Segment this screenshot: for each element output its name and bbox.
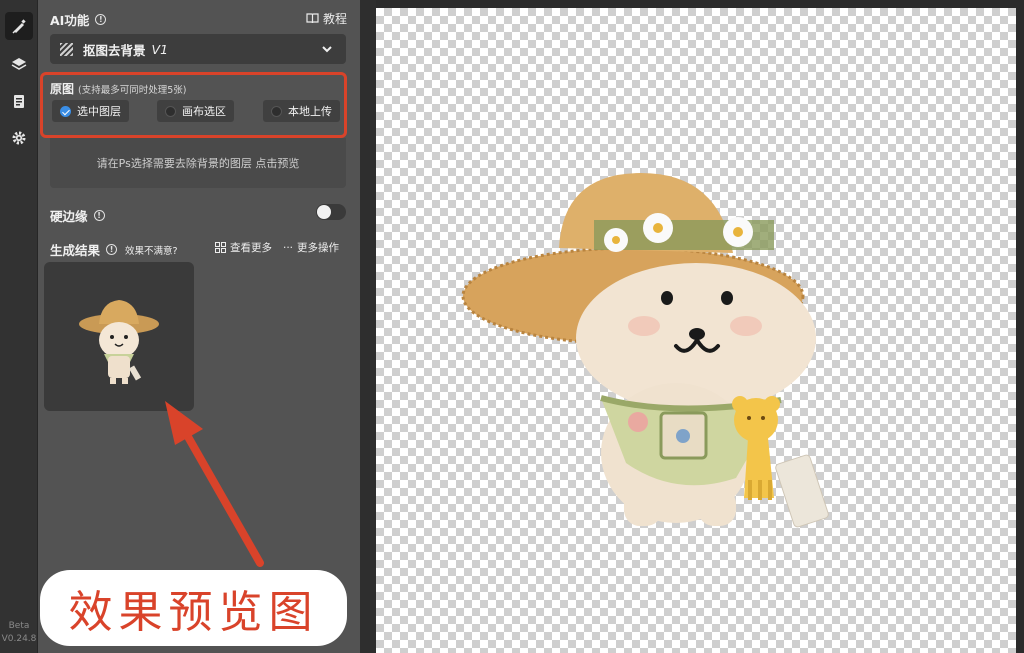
annotation-arrow	[165, 401, 264, 567]
book-icon	[306, 13, 319, 24]
layers-tool-button[interactable]	[5, 50, 33, 78]
model-version: V1	[151, 41, 169, 57]
more-actions-label: 更多操作	[297, 242, 340, 254]
tool-rail: Beta V0.24.8	[0, 0, 38, 653]
bear-thumbnail-image	[79, 300, 159, 384]
tutorial-link[interactable]: 教程	[306, 10, 347, 27]
preview-annotation-text: 效果预览图	[68, 587, 319, 638]
model-select-value: 抠图去背景	[83, 42, 146, 58]
preview-hint: 请在Ps选择需要去除背景的图层 点击预览	[96, 157, 300, 170]
ellipsis-icon: ···	[283, 241, 294, 254]
document-canvas[interactable]	[376, 8, 1016, 653]
hard-edge-toggle[interactable]	[316, 204, 346, 220]
result-thumbnail[interactable]	[44, 262, 194, 411]
ai-section-title: AI功能	[50, 13, 90, 28]
model-select[interactable]: 抠图去背景 V1	[50, 34, 346, 64]
preview-annotation-callout: 效果预览图	[40, 570, 347, 646]
panel-divider	[360, 0, 376, 653]
brush-tool-button[interactable]	[5, 12, 33, 40]
hard-edge-row: 硬边缘 !	[50, 206, 105, 225]
grid-icon	[215, 242, 226, 253]
source-highlight-annotation	[40, 72, 347, 138]
version-channel: Beta	[8, 621, 30, 631]
info-icon[interactable]: !	[95, 14, 107, 25]
results-header: 生成结果 ! 效果不满意?	[50, 240, 178, 259]
results-feedback-link[interactable]: 效果不满意?	[125, 243, 178, 257]
view-more-button[interactable]: 查看更多	[215, 240, 272, 255]
view-more-label: 查看更多	[230, 242, 272, 254]
settings-tool-button[interactable]	[5, 124, 33, 152]
matting-icon	[60, 42, 73, 56]
tutorial-label: 教程	[323, 12, 348, 26]
ai-section-header: AI功能 !	[50, 10, 107, 29]
app-root: Beta V0.24.8 AI功能 ! 教程 抠图去背景 V1 原图 (支持最多可…	[0, 0, 1024, 653]
clipboard-icon	[14, 95, 24, 108]
results-title: 生成结果	[50, 243, 101, 258]
more-actions-button[interactable]: ··· 更多操作	[283, 240, 339, 255]
preview-hint-box[interactable]: 请在Ps选择需要去除背景的图层 点击预览	[50, 138, 346, 188]
brush-icon	[12, 19, 26, 34]
chevron-down-icon	[322, 46, 332, 53]
info-icon[interactable]: !	[106, 244, 118, 255]
bear-cutout-image	[461, 173, 829, 528]
version-number: V0.24.8	[1, 634, 37, 644]
gear-icon	[12, 131, 26, 145]
layers-icon	[11, 58, 27, 70]
hard-edge-label: 硬边缘	[50, 209, 88, 224]
info-icon[interactable]: !	[93, 210, 105, 221]
clipboard-tool-button[interactable]	[5, 87, 33, 115]
